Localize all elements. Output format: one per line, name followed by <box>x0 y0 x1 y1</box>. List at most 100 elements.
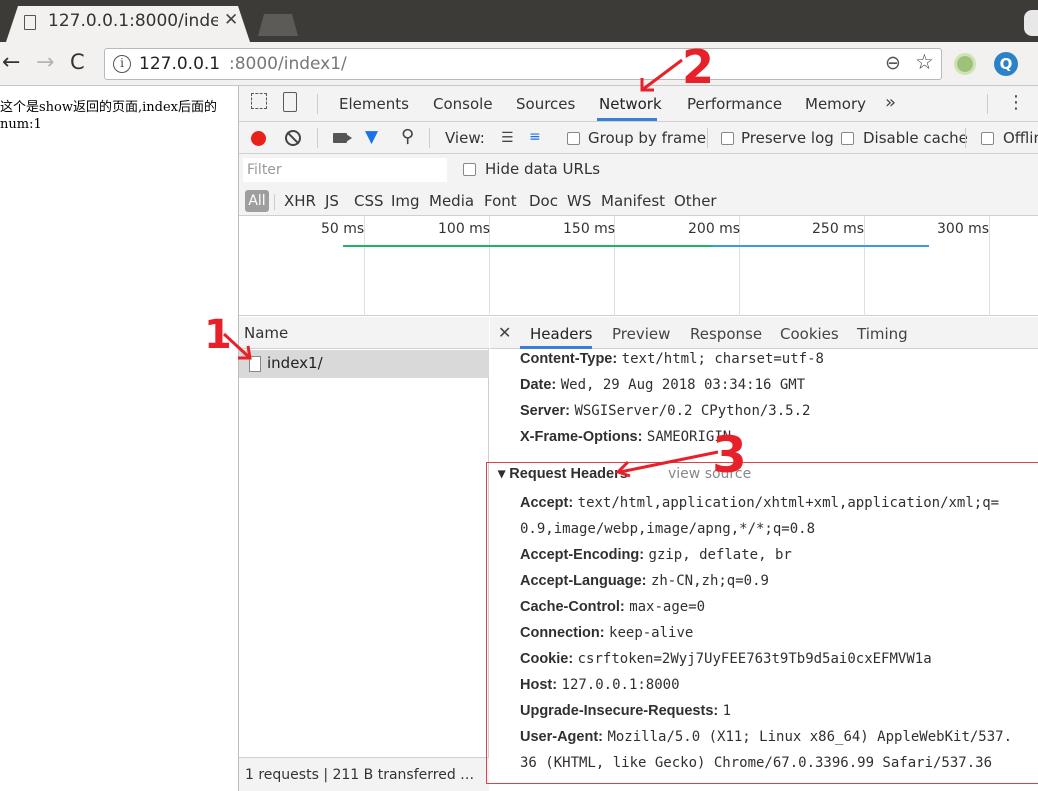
overview-waterfall-icon[interactable]: ≡ <box>529 129 541 145</box>
tab-response[interactable]: Response <box>690 325 762 343</box>
request-header-row-continued: 36 (KHTML, like Gecko) Chrome/67.0.3396.… <box>520 755 992 771</box>
header-value: text/html,application/xhtml+xml,applicat… <box>577 495 1000 511</box>
bookmark-star-icon[interactable]: ☆ <box>915 50 934 74</box>
devtools-panel: Elements Console Sources Network Perform… <box>238 86 1038 791</box>
network-summary-bar: 1 requests | 211 B transferred … <box>239 757 489 791</box>
request-header-row-continued: 0.9,image/webp,image/apng,*/*;q=0.8 <box>520 521 815 537</box>
reload-icon[interactable]: C <box>70 50 85 74</box>
url-path: :8000/index1/ <box>229 54 347 74</box>
tab-preview[interactable]: Preview <box>612 325 670 343</box>
network-toolbar: ▼ ⚲ View: ☰ ≡ Group by frame Preserve lo… <box>239 122 1038 154</box>
disable-cache-checkbox[interactable] <box>841 132 854 145</box>
filter-funnel-icon[interactable]: ▼ <box>365 127 378 147</box>
request-header-row: User-Agent: Mozilla/5.0 (X11; Linux x86_… <box>520 729 1012 745</box>
tab-performance[interactable]: Performance <box>687 95 782 113</box>
zoom-icon[interactable]: ⊖ <box>885 52 901 74</box>
disable-cache-label[interactable]: Disable cache <box>863 129 968 147</box>
clear-icon[interactable] <box>285 130 301 146</box>
preserve-log-label[interactable]: Preserve log <box>741 129 834 147</box>
timeline-tick-label: 250 ms <box>812 221 865 237</box>
tab-elements[interactable]: Elements <box>339 95 409 113</box>
request-header-row: Accept-Encoding: gzip, deflate, br <box>520 547 792 563</box>
filter-input[interactable] <box>243 158 447 182</box>
response-header-row: Date: Wed, 29 Aug 2018 03:34:16 GMT <box>520 377 805 393</box>
filter-type-xhr[interactable]: XHR <box>284 192 316 210</box>
inspect-element-icon[interactable] <box>251 93 267 109</box>
request-header-row: Cookie: csrftoken=2Wyj7UyFEE763t9Tb9d5ai… <box>520 651 932 667</box>
page-text-line: 这个是show返回的页面,index后面的 <box>0 100 218 115</box>
hide-data-urls-label[interactable]: Hide data URLs <box>485 160 600 178</box>
tab-title: 127.0.0.1:8000/inde <box>48 11 218 31</box>
search-icon[interactable]: ⚲ <box>401 126 414 147</box>
extension-green-icon[interactable] <box>954 53 976 75</box>
preserve-log-checkbox[interactable] <box>721 132 734 145</box>
header-key: Host: <box>520 677 558 693</box>
tab-timing[interactable]: Timing <box>857 325 908 343</box>
tab-headers[interactable]: Headers <box>530 325 592 343</box>
filter-type-doc[interactable]: Doc <box>529 192 558 210</box>
more-tabs-chevron-icon[interactable]: » <box>885 92 896 113</box>
large-rows-icon[interactable]: ☰ <box>501 130 514 146</box>
request-name: index1/ <box>267 354 323 372</box>
tab-memory[interactable]: Memory <box>805 95 866 113</box>
close-details-icon[interactable]: ✕ <box>498 323 511 342</box>
filter-type-media[interactable]: Media <box>429 192 474 210</box>
header-value: gzip, deflate, br <box>648 547 792 563</box>
timeline-gridline <box>864 216 865 316</box>
tab-console[interactable]: Console <box>433 95 493 113</box>
response-header-row: X-Frame-Options: SAMEORIGIN <box>520 429 731 445</box>
extension-blue-icon[interactable]: Q <box>994 52 1018 76</box>
close-tab-icon[interactable]: ✕ <box>224 10 238 30</box>
group-by-frame-label[interactable]: Group by frame <box>588 129 706 147</box>
request-row[interactable]: index1/ <box>239 350 489 378</box>
header-value-continued: 36 (KHTML, like Gecko) Chrome/67.0.3396.… <box>520 755 993 771</box>
tab-sources[interactable]: Sources <box>516 95 575 113</box>
forward-arrow-icon[interactable]: → <box>36 50 54 75</box>
name-column-header[interactable]: Name <box>239 317 489 349</box>
request-details: ✕ Headers Preview Response Cookies Timin… <box>486 317 1038 791</box>
response-header-row: Server: WSGIServer/0.2 CPython/3.5.2 <box>520 403 810 419</box>
divider <box>317 128 318 148</box>
timeline-download-bar <box>713 245 929 247</box>
filter-type-css[interactable]: CSS <box>354 192 384 210</box>
timeline-tick-label: 200 ms <box>688 221 741 237</box>
annotation-arrow-3 <box>615 450 719 478</box>
new-tab-button[interactable] <box>258 14 298 36</box>
header-value: keep-alive <box>609 625 694 641</box>
divider <box>987 94 988 114</box>
offline-label[interactable]: Offlin <box>1003 129 1038 147</box>
tab-network[interactable]: Network <box>599 95 662 113</box>
tab-cookies[interactable]: Cookies <box>780 325 839 343</box>
window-control[interactable] <box>1024 10 1038 36</box>
header-key: Content-Type: <box>520 351 618 367</box>
header-key: Accept-Encoding: <box>520 547 645 563</box>
filter-type-all[interactable]: All <box>245 190 269 212</box>
hide-data-urls-checkbox[interactable] <box>463 163 476 176</box>
filter-type-other[interactable]: Other <box>674 192 717 210</box>
header-value: 127.0.0.1:8000 <box>561 677 680 693</box>
header-key: Accept-Language: <box>520 573 647 589</box>
filter-type-ws[interactable]: WS <box>567 192 591 210</box>
offline-checkbox[interactable] <box>981 132 994 145</box>
filter-type-js[interactable]: JS <box>325 192 339 210</box>
header-key: Cache-Control: <box>520 599 625 615</box>
header-value: text/html; charset=utf-8 <box>621 351 824 367</box>
record-icon[interactable] <box>251 131 266 146</box>
header-value: Mozilla/5.0 (X11; Linux x86_64) AppleWeb… <box>607 729 1013 745</box>
request-header-row: Upgrade-Insecure-Requests: 1 <box>520 703 731 719</box>
filter-type-manifest[interactable]: Manifest <box>601 192 665 210</box>
timeline-overview[interactable]: 50 ms 100 ms 150 ms 200 ms 250 ms 300 ms <box>239 216 1038 316</box>
filter-type-font[interactable]: Font <box>484 192 517 210</box>
group-by-frame-checkbox[interactable] <box>567 132 580 145</box>
header-key: Accept: <box>520 495 574 511</box>
kebab-menu-icon[interactable]: ⋮ <box>1007 92 1025 113</box>
request-list: Name index1/ 1 requests | 211 B transfer… <box>239 317 489 791</box>
header-value: csrftoken=2Wyj7UyFEE763t9Tb9d5ai0cxEFMVW… <box>577 651 932 667</box>
capture-screenshots-icon[interactable] <box>333 133 352 143</box>
info-icon[interactable]: i <box>113 55 131 73</box>
filter-type-img[interactable]: Img <box>391 192 420 210</box>
back-arrow-icon[interactable]: ← <box>2 50 20 75</box>
address-bar[interactable]: i 127.0.0.1 :8000/index1/ ⊖ ☆ <box>104 48 942 80</box>
request-headers-section-title[interactable]: ▾ Request Headers <box>498 466 628 482</box>
device-toolbar-icon[interactable] <box>283 92 297 112</box>
